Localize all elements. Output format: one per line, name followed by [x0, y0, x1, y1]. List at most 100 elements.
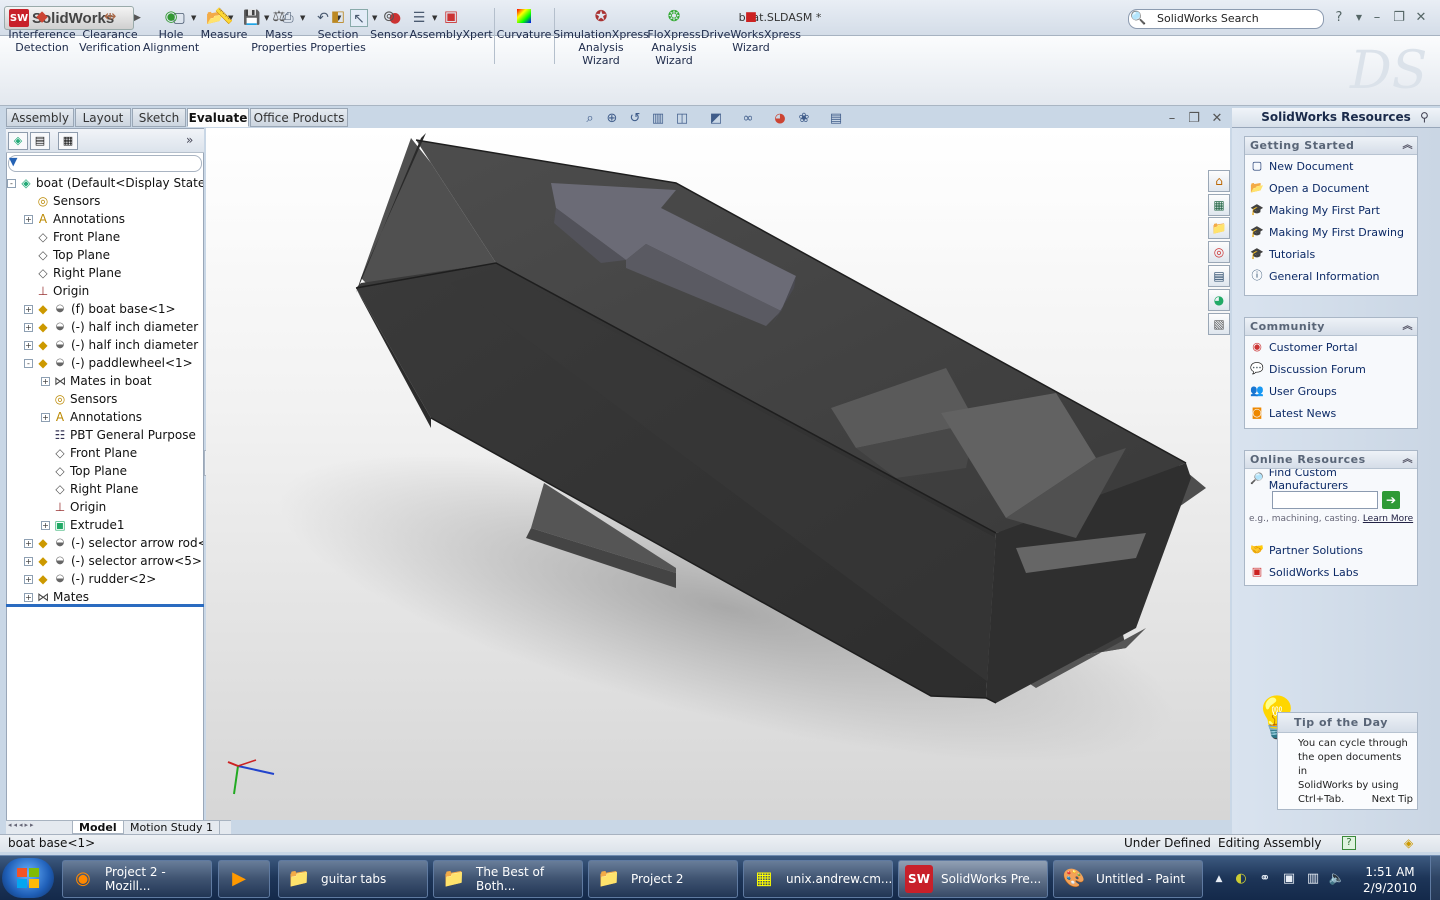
solidworks-labs-link[interactable]: ▣ SolidWorks Labs [1245, 561, 1417, 583]
making-first-part-link[interactable]: 🎓 Making My First Part [1245, 199, 1417, 221]
search-icon[interactable]: 🔍 [1130, 9, 1146, 29]
expand-plus-icon[interactable]: + [24, 538, 33, 548]
taskbar-item-project-2-folder[interactable]: 📁 Project 2 [588, 860, 738, 898]
curvature-button[interactable]: Curvature [497, 6, 551, 68]
tray-network-share-icon[interactable]: ⚭ [1256, 870, 1274, 888]
hole-alignment-button[interactable]: ◉ Hole Alignment [143, 6, 199, 68]
tray-network-icon[interactable]: ▥ [1304, 870, 1322, 888]
viewport-minimize-icon[interactable]: – [1162, 110, 1182, 127]
mass-properties-button[interactable]: ⚖ Mass Properties [251, 6, 307, 68]
tree-item[interactable]: ☷ PBT General Purpose [7, 426, 203, 444]
next-tip-link[interactable]: Next Tip [1372, 794, 1413, 805]
getting-started-header[interactable]: Getting Started ︽ [1245, 137, 1417, 155]
measure-button[interactable]: 📏 Measure [200, 6, 248, 68]
making-first-drawing-link[interactable]: 🎓 Making My First Drawing [1245, 221, 1417, 243]
tree-item[interactable]: + ◆ ◒ (-) half inch diameter pin<1 [7, 318, 203, 336]
restore-icon[interactable]: ❐ [1390, 8, 1408, 28]
collapse-chevron-icon[interactable]: ︽ [1403, 318, 1414, 335]
tree-item[interactable]: ◎ Sensors [7, 192, 203, 210]
taskbar-item-guitar-tabs[interactable]: 📁 guitar tabs [278, 860, 428, 898]
tray-clock[interactable]: 1:51 AM 2/9/2010 [1356, 864, 1424, 896]
zoom-to-area-icon[interactable]: ⊕ [602, 110, 622, 127]
tray-expand-icon[interactable]: ▲ [1210, 870, 1228, 888]
expand-plus-icon[interactable]: + [41, 376, 50, 386]
custom-properties-tab-icon[interactable]: ▧ [1208, 313, 1230, 335]
help-icon[interactable]: ? [1330, 8, 1348, 28]
interference-detection-button[interactable]: ◆ Interference Detection [8, 6, 75, 68]
property-manager-tab-icon[interactable]: ▤ [30, 132, 50, 150]
previous-view-icon[interactable]: ↺ [625, 110, 645, 127]
tree-item[interactable]: + A Annotations [7, 210, 203, 228]
tree-item[interactable]: - ◆ ◒ (-) paddlewheel<1> [7, 354, 203, 372]
file-explorer-tab-icon[interactable]: 📁 [1208, 217, 1230, 239]
solidworks-search-input[interactable]: SolidWorks Search [1128, 9, 1324, 29]
collapse-chevron-icon[interactable]: ︽ [1403, 137, 1414, 154]
help-dropdown-icon[interactable]: ▼ [1350, 8, 1368, 28]
tree-item[interactable]: + ▣ Extrude1 [7, 516, 203, 534]
collapse-minus-icon[interactable]: - [7, 178, 16, 188]
tab-assembly[interactable]: Assembly [6, 108, 74, 127]
taskbar-item-terminal[interactable]: ▦ unix.andrew.cm... [743, 860, 893, 898]
graphics-viewport[interactable] [206, 128, 1230, 820]
configuration-manager-tab-icon[interactable]: ▦ [58, 132, 78, 150]
collapse-minus-icon[interactable]: - [24, 358, 33, 368]
tray-device-icon[interactable]: ▣ [1280, 870, 1298, 888]
view-palette-tab-icon[interactable]: ▤ [1208, 265, 1230, 287]
latest-news-link[interactable]: ◙ Latest News [1245, 402, 1417, 424]
taskbar-item-firefox[interactable]: ◉ Project 2 - Mozill... [62, 860, 212, 898]
tree-item[interactable]: + ◆ ◒ (-) half inch diameter pin<2 [7, 336, 203, 354]
tree-item[interactable]: + A Annotations [7, 408, 203, 426]
close-icon[interactable]: ✕ [1412, 8, 1430, 28]
tree-item[interactable]: ⊥ Origin [7, 282, 203, 300]
filter-icon[interactable]: ▼ [9, 155, 25, 171]
minimize-icon[interactable]: – [1368, 8, 1386, 28]
tree-item[interactable]: + ◆ ◒ (f) boat base<1> [7, 300, 203, 318]
tree-item[interactable]: ◇ Front Plane [7, 444, 203, 462]
view-orientation-icon[interactable]: ◫ [672, 110, 692, 127]
assemblyxpert-button[interactable]: ▣ AssemblyXpert [409, 6, 492, 68]
expand-plus-icon[interactable]: + [24, 574, 33, 584]
tree-item[interactable]: ◇ Top Plane [7, 462, 203, 480]
tray-volume-icon[interactable]: 🔈 [1328, 870, 1346, 888]
tree-item[interactable]: ◇ Top Plane [7, 246, 203, 264]
tree-item[interactable]: -◈ boat (Default<Display State-1> [7, 174, 203, 192]
tab-scroll-arrows-icon[interactable]: ◂◂◂▸▸ [8, 821, 68, 833]
floxpress-button[interactable]: ❂ FloXpress Analysis Wizard [647, 6, 700, 68]
customer-portal-link[interactable]: ◉ Customer Portal [1245, 336, 1417, 358]
view-settings-icon[interactable]: ▤ [826, 110, 846, 127]
taskbar-item-best-of-both[interactable]: 📁 The Best of Both... [433, 860, 583, 898]
expand-plus-icon[interactable]: + [24, 322, 33, 332]
tree-item[interactable]: ⊥ Origin [7, 498, 203, 516]
section-view-icon[interactable]: ▥ [648, 110, 668, 127]
appearances-tab-icon[interactable]: ◕ [1208, 289, 1230, 311]
collapse-chevron-icon[interactable]: ︽ [1403, 451, 1414, 468]
expand-plus-icon[interactable]: + [24, 556, 33, 566]
general-information-link[interactable]: ⓘ General Information [1245, 265, 1417, 287]
manufacturer-search-input[interactable] [1272, 491, 1378, 509]
tab-office-products[interactable]: Office Products [250, 108, 348, 127]
tab-sketch[interactable]: Sketch [132, 108, 186, 127]
expand-plus-icon[interactable]: + [24, 340, 33, 350]
expand-plus-icon[interactable]: + [41, 412, 50, 422]
tutorials-link[interactable]: 🎓 Tutorials [1245, 243, 1417, 265]
status-help-icon[interactable]: ? [1342, 836, 1356, 850]
tree-item[interactable]: + ◆ ◒ (-) selector arrow rod<2> [7, 534, 203, 552]
pin-icon[interactable]: ⚲ [1420, 110, 1429, 124]
tab-model[interactable]: Model [72, 821, 124, 834]
simulationxpress-button[interactable]: ✪ SimulationXpress Analysis Wizard [553, 6, 649, 68]
taskbar-item-media-player[interactable]: ▶ [218, 860, 270, 898]
tray-app-icon[interactable]: ◐ [1232, 870, 1250, 888]
driveworksxpress-button[interactable]: ◼ DriveWorksXpress Wizard [701, 6, 801, 68]
go-arrow-icon[interactable]: ➔ [1382, 491, 1400, 509]
tree-item[interactable]: + ◆ ◒ (-) rudder<2> [7, 570, 203, 588]
viewport-close-icon[interactable]: ✕ [1207, 110, 1227, 127]
viewport-restore-icon[interactable]: ❐ [1184, 110, 1204, 127]
tree-item[interactable]: ◇ Right Plane [7, 264, 203, 282]
community-header[interactable]: Community ︽ [1245, 318, 1417, 336]
display-style-icon[interactable]: ◩ [706, 110, 726, 127]
learn-more-link[interactable]: Learn More [1363, 514, 1413, 524]
design-library-tab-icon[interactable]: ▦ [1208, 194, 1230, 216]
expand-plus-icon[interactable]: + [24, 214, 33, 224]
new-document-link[interactable]: ▢ New Document [1245, 155, 1417, 177]
feature-tree-tab-icon[interactable]: ◈ [8, 132, 28, 150]
